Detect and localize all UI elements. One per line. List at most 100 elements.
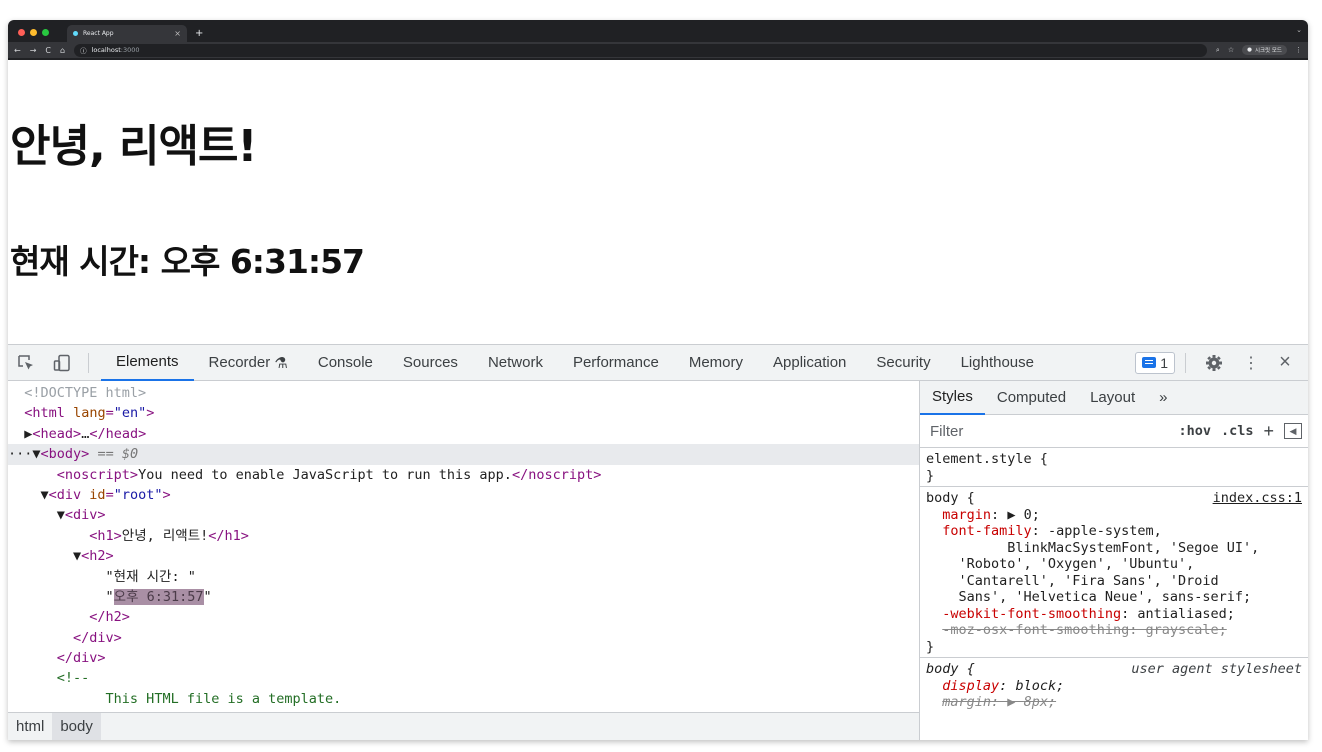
maximize-window-button[interactable] [42, 29, 49, 36]
tab-styles[interactable]: Styles [920, 381, 985, 415]
dom-node[interactable]: "오후 6:31:57" [8, 587, 919, 607]
tab-sources[interactable]: Sources [388, 345, 473, 381]
dom-node[interactable]: This HTML file is a template. [8, 689, 919, 709]
dom-node[interactable]: <html lang="en"> [8, 403, 919, 423]
rule-source-link[interactable]: index.css:1 [1213, 490, 1302, 507]
browser-window: React App × + ⌄ ← → C ⌂ ⓘ localhost:3000… [8, 20, 1308, 740]
reload-icon[interactable]: C [45, 46, 51, 55]
dom-node[interactable]: ▶<head>…</head> [8, 424, 919, 444]
rule-selector[interactable]: element.style { [926, 451, 1302, 468]
styles-filter-input[interactable]: Filter [926, 418, 1169, 444]
h2-time-text-highlighted: 오후 6:31:57 [113, 588, 204, 605]
dom-node-selected[interactable]: ···▼<body> == $0 [8, 444, 919, 465]
profile-label: 시크릿 모드 [1254, 48, 1282, 54]
toggle-sidebar-icon[interactable]: ◀ [1284, 423, 1302, 439]
page-heading: 안녕, 리액트! [10, 121, 257, 172]
home-icon[interactable]: ⌂ [60, 46, 65, 55]
dom-node[interactable]: </h2> [8, 607, 919, 627]
rule-selector[interactable]: body { [926, 490, 975, 506]
dom-node[interactable]: </div> [8, 628, 919, 648]
css-prop-value[interactable]: -apple-system, [1048, 523, 1162, 539]
tab-elements[interactable]: Elements [101, 345, 194, 381]
close-devtools-icon[interactable]: × [1270, 345, 1300, 381]
back-icon[interactable]: ← [14, 46, 21, 55]
expand-triangle-icon[interactable]: ▶ [1007, 507, 1015, 523]
css-prop-value[interactable]: block; [1015, 678, 1064, 694]
css-prop-name[interactable]: -webkit-font-smoothing [942, 606, 1121, 622]
tab-lighthouse[interactable]: Lighthouse [946, 345, 1049, 381]
close-tab-icon[interactable]: × [174, 29, 181, 38]
browser-tab[interactable]: React App × [67, 25, 187, 42]
rule-selector[interactable]: body { [926, 661, 975, 677]
collapse-triangle-icon[interactable]: ▼ [73, 548, 81, 564]
address-bar[interactable]: ⓘ localhost:3000 [74, 43, 1207, 57]
incognito-badge[interactable]: ● 시크릿 모드 [1242, 45, 1287, 55]
attr-name: lang [73, 405, 106, 422]
cls-toggle[interactable]: .cls [1221, 423, 1254, 439]
dom-node[interactable]: <!-- [8, 668, 919, 688]
tab-performance[interactable]: Performance [558, 345, 674, 381]
html-tag: html [32, 405, 65, 422]
css-prop-value[interactable]: 0; [1024, 507, 1040, 523]
css-prop-overridden[interactable]: -moz-osx-font-smoothing: grayscale; [942, 622, 1226, 638]
device-toolbar-icon[interactable] [44, 345, 80, 381]
page-viewport: 안녕, 리액트! 현재 시간: 오후 6:31:57 [8, 60, 1308, 344]
dom-node[interactable]: <h1>안녕, 리액트!</h1> [8, 526, 919, 546]
tab-computed[interactable]: Computed [985, 381, 1078, 415]
browser-menu-icon[interactable]: ⋮ [1295, 46, 1302, 54]
dom-node[interactable]: <!DOCTYPE html> [8, 383, 919, 403]
dom-node[interactable]: </div> [8, 648, 919, 668]
tab-recorder[interactable]: Recorder ⚗ [194, 345, 303, 381]
new-style-rule-icon[interactable]: + [1263, 421, 1274, 442]
css-prop-name[interactable]: font-family [942, 523, 1031, 539]
tab-search-icon[interactable]: ⌄ [1296, 26, 1302, 34]
tab-security[interactable]: Security [861, 345, 945, 381]
css-prop-name[interactable]: display [942, 678, 999, 694]
dom-node[interactable]: ▼<h2> [8, 546, 919, 566]
issues-badge[interactable]: 1 [1135, 351, 1175, 374]
minimize-window-button[interactable] [30, 29, 37, 36]
breadcrumb-html[interactable]: html [8, 713, 52, 741]
new-tab-button[interactable]: + [187, 28, 211, 42]
collapse-triangle-icon[interactable]: ▼ [32, 446, 40, 462]
tab-layout[interactable]: Layout [1078, 381, 1147, 415]
dom-node[interactable]: ▼<div id="root"> [8, 485, 919, 505]
flask-icon: ⚗ [274, 354, 288, 372]
tab-memory[interactable]: Memory [674, 345, 758, 381]
attr-name: id [89, 486, 106, 503]
comment-text: This HTML file is a template. [105, 690, 342, 707]
node-actions-icon[interactable]: ··· [8, 446, 32, 462]
url-port: :3000 [120, 46, 140, 54]
bookmark-star-icon[interactable]: ☆ [1228, 46, 1234, 54]
settings-gear-icon[interactable] [1196, 345, 1232, 381]
tab-strip: React App × + ⌄ [8, 20, 1308, 42]
hov-toggle[interactable]: :hov [1178, 423, 1211, 439]
tab-application[interactable]: Application [758, 345, 861, 381]
more-tabs-icon[interactable]: » [1147, 381, 1179, 415]
zoom-icon[interactable]: ⌕ [1216, 46, 1220, 55]
css-prop-value: BlinkMacSystemFont, 'Segoe UI', [974, 539, 1260, 556]
collapse-triangle-icon[interactable]: ▼ [57, 507, 65, 523]
devtools-toolbar: Elements Recorder ⚗ Console Sources Netw… [8, 345, 1308, 381]
url-host: localhost [91, 46, 121, 54]
tab-console[interactable]: Console [303, 345, 388, 381]
css-prop-name[interactable]: margin [942, 507, 991, 523]
more-options-icon[interactable]: ⋮ [1238, 345, 1264, 381]
tab-network[interactable]: Network [473, 345, 558, 381]
close-window-button[interactable] [18, 29, 25, 36]
forward-icon[interactable]: → [30, 46, 37, 55]
css-prop-overridden[interactable]: margin: ▶ 8px; [942, 694, 1056, 710]
css-prop-value[interactable]: antialiased; [1137, 606, 1235, 622]
react-favicon-icon [73, 31, 78, 36]
dom-node[interactable]: <noscript>You need to enable JavaScript … [8, 465, 919, 485]
message-icon [1142, 357, 1157, 368]
info-icon[interactable]: ⓘ [80, 45, 87, 55]
styles-filter-bar: Filter :hov .cls + ◀ [920, 415, 1308, 448]
breadcrumb-body[interactable]: body [52, 712, 101, 740]
breadcrumb: html body [8, 712, 919, 740]
dom-tree: <!DOCTYPE html> <html lang="en"> ▶<head>… [8, 383, 919, 709]
dom-node[interactable]: "현재 시간: " [8, 567, 919, 587]
inspect-element-icon[interactable] [8, 345, 44, 381]
dom-node[interactable]: ▼<div> [8, 505, 919, 525]
collapse-triangle-icon[interactable]: ▼ [41, 487, 49, 503]
